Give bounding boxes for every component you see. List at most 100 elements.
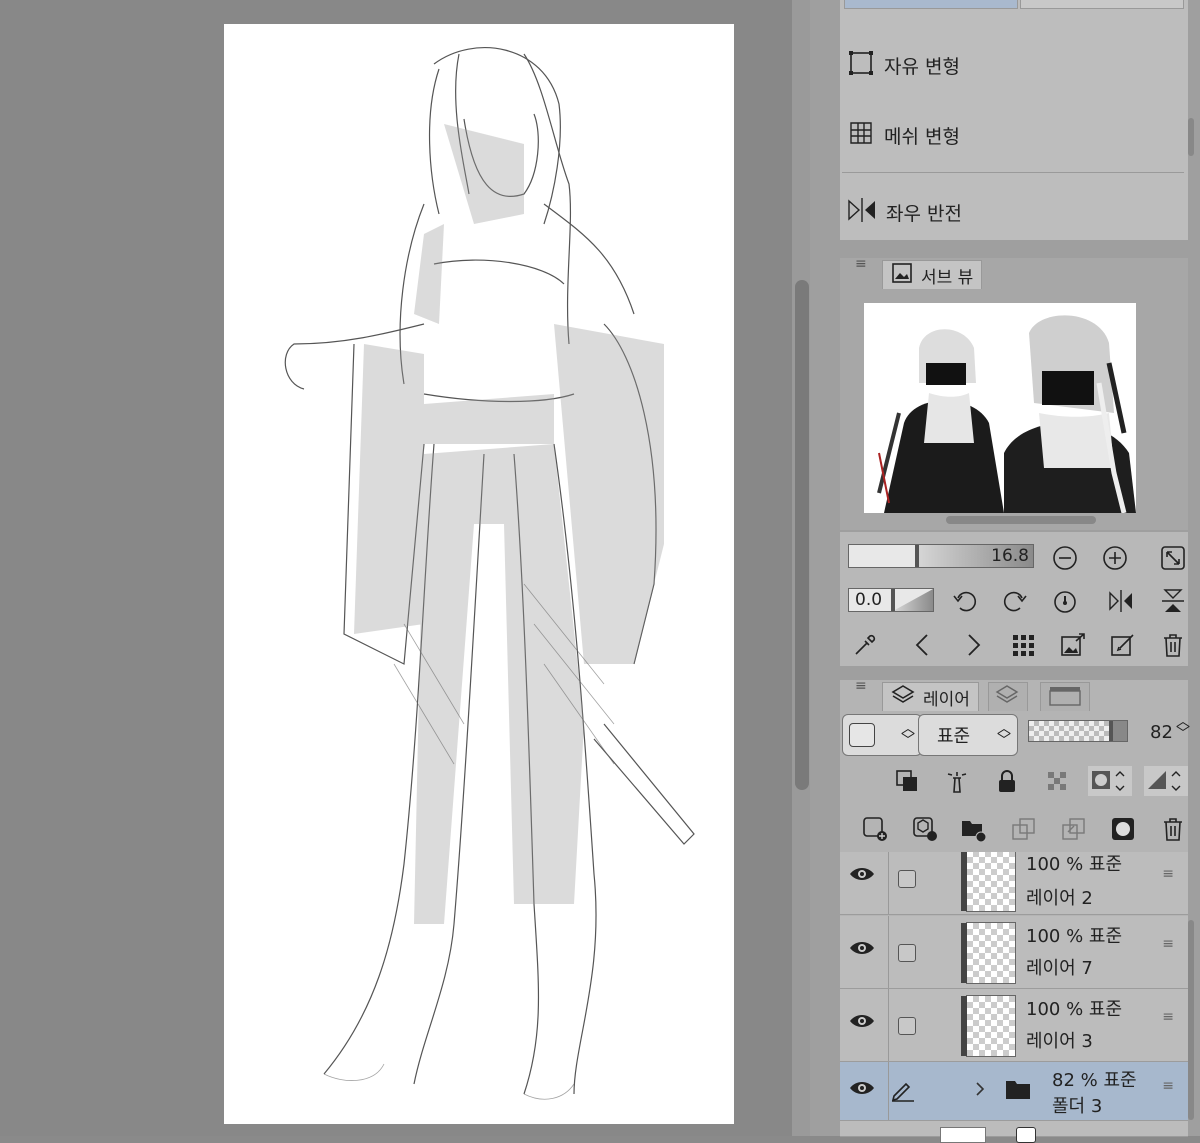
eye-icon[interactable]: [848, 1011, 876, 1035]
reference-image[interactable]: [864, 303, 1136, 513]
new-layer-icon: [863, 817, 887, 841]
layer-list-scrollbar[interactable]: [1188, 920, 1194, 1120]
zoom-slider-handle[interactable]: [915, 545, 919, 567]
image-icon: [891, 262, 913, 289]
next-button[interactable]: [958, 630, 988, 660]
transform-divider: [842, 172, 1184, 173]
edit-subview-button[interactable]: [1108, 630, 1138, 660]
layer-row-selected[interactable]: 82 % 표준 폴더 3 ≡: [840, 1062, 1188, 1121]
flip-vertical-view-button[interactable]: [1158, 586, 1188, 616]
rotate-right-icon: [1003, 591, 1027, 612]
tab-subview[interactable]: 서브 뷰: [882, 260, 983, 289]
delete-layer-button[interactable]: [1158, 814, 1188, 844]
layers-icon: [891, 683, 915, 712]
mask-icon: [1112, 818, 1134, 840]
flip-horizontal-item[interactable]: 좌우 반전: [846, 195, 962, 230]
grid-icon: [1013, 635, 1034, 656]
eyedropper-icon: [855, 634, 876, 655]
zoom-out-button[interactable]: [1050, 543, 1080, 573]
opacity-slider[interactable]: [1028, 720, 1128, 742]
reference-layer-button[interactable]: [942, 766, 972, 796]
layer-name: 폴더 3: [1052, 1096, 1103, 1117]
merge-down-button[interactable]: [1058, 814, 1088, 844]
canvas-scrollbar-thumb[interactable]: [795, 280, 809, 790]
previous-button[interactable]: [908, 630, 938, 660]
chevron-right-icon[interactable]: [974, 1080, 986, 1102]
subview-grip-icon[interactable]: ≡: [855, 257, 867, 271]
reset-rotation-button[interactable]: [1050, 586, 1080, 616]
layer-row[interactable]: 100 % 표준 레이어 2 ≡: [840, 852, 1188, 915]
row-divider: [888, 916, 889, 988]
layer-row[interactable]: 100 % 표준 레이어 7 ≡: [840, 916, 1188, 989]
transform-scrollbar[interactable]: [1188, 118, 1194, 156]
tab-animation[interactable]: [1040, 682, 1090, 711]
layer-thumbnail: [961, 995, 1016, 1057]
flip-vertical-view-icon: [1162, 589, 1184, 612]
create-mask-button[interactable]: [1108, 814, 1138, 844]
zoom-out-icon: [1053, 546, 1077, 570]
eyedropper-button[interactable]: [850, 630, 880, 660]
layer-select-checkbox[interactable]: [898, 1017, 916, 1035]
drag-handle-icon[interactable]: ≡: [1162, 1010, 1174, 1024]
fit-screen-button[interactable]: [1158, 543, 1188, 573]
mesh-transform-label: 메쉬 변형: [884, 126, 960, 148]
zoom-slider[interactable]: 16.8: [848, 544, 1034, 568]
ruler-toggle[interactable]: [1144, 766, 1188, 796]
eye-icon[interactable]: [848, 864, 876, 888]
layer-row[interactable]: 100 % 표준 레이어 3 ≡: [840, 989, 1188, 1062]
transform-tab-inactive[interactable]: [1020, 0, 1184, 9]
opacity-stepper[interactable]: ︿ ﹀: [1176, 715, 1190, 741]
tab-layer-property[interactable]: [988, 682, 1028, 711]
rotate-right-button[interactable]: [1000, 586, 1030, 616]
rotation-slider-handle[interactable]: [891, 589, 895, 611]
drag-handle-icon[interactable]: ≡: [1162, 1079, 1174, 1093]
layer-mask-toggle[interactable]: [1088, 766, 1132, 796]
rotate-left-button[interactable]: [950, 586, 980, 616]
zoom-value: 16.8: [991, 546, 1029, 566]
opacity-value: 82: [1150, 722, 1173, 743]
pen-icon: [890, 1078, 916, 1106]
delete-subview-button[interactable]: [1158, 630, 1188, 660]
free-transform-icon: [846, 48, 876, 83]
layer-select-checkbox[interactable]: [898, 870, 916, 888]
free-transform-label: 자유 변형: [884, 56, 960, 78]
transfer-down-button[interactable]: [1008, 814, 1038, 844]
flip-horizontal-view-icon: [1109, 590, 1132, 612]
layer-color-select[interactable]: ︿ ﹀: [842, 714, 922, 756]
rotate-left-icon: [953, 591, 977, 612]
opacity-slider-handle[interactable]: [1109, 721, 1113, 741]
transfer-down-icon: [1012, 818, 1035, 840]
eye-icon[interactable]: [848, 1078, 876, 1102]
tab-layer[interactable]: 레이어: [882, 682, 979, 711]
chevron-right-icon: [968, 634, 981, 656]
layer-grip-icon[interactable]: ≡: [855, 679, 867, 693]
drag-handle-icon[interactable]: ≡: [1162, 867, 1174, 881]
mesh-transform-item[interactable]: 메쉬 변형: [846, 118, 960, 153]
layer-row-partial[interactable]: [840, 1121, 1188, 1143]
rotation-slider[interactable]: 0.0: [848, 588, 934, 612]
merge-down-icon: [1062, 818, 1085, 840]
clip-icon: [896, 770, 917, 791]
drawing-canvas[interactable]: [224, 24, 734, 1124]
new-folder-button[interactable]: [958, 814, 988, 844]
zoom-in-button[interactable]: [1100, 543, 1130, 573]
flip-horizontal-view-button[interactable]: [1106, 586, 1136, 616]
eye-icon[interactable]: [848, 938, 876, 962]
subview-scrollbar[interactable]: [946, 516, 1096, 524]
flip-horizontal-icon: [846, 195, 878, 230]
lock-layer-button[interactable]: [992, 766, 1022, 796]
import-image-button[interactable]: [1058, 630, 1088, 660]
lock-transparency-button[interactable]: [1042, 766, 1072, 796]
free-transform-item[interactable]: 자유 변형: [846, 48, 960, 83]
zoom-in-icon: [1103, 546, 1127, 570]
clip-lower-layer-button[interactable]: [892, 766, 922, 796]
layer-select-checkbox[interactable]: [898, 944, 916, 962]
grid-view-button[interactable]: [1008, 630, 1038, 660]
transparency-lock-icon: [1048, 772, 1066, 790]
new-vector-layer-button[interactable]: [910, 814, 940, 844]
row-divider: [888, 852, 889, 914]
blend-mode-select[interactable]: 표준 ︿ ﹀: [918, 714, 1018, 756]
transform-tab-active[interactable]: [844, 0, 1018, 9]
new-raster-layer-button[interactable]: [860, 814, 890, 844]
drag-handle-icon[interactable]: ≡: [1162, 937, 1174, 951]
